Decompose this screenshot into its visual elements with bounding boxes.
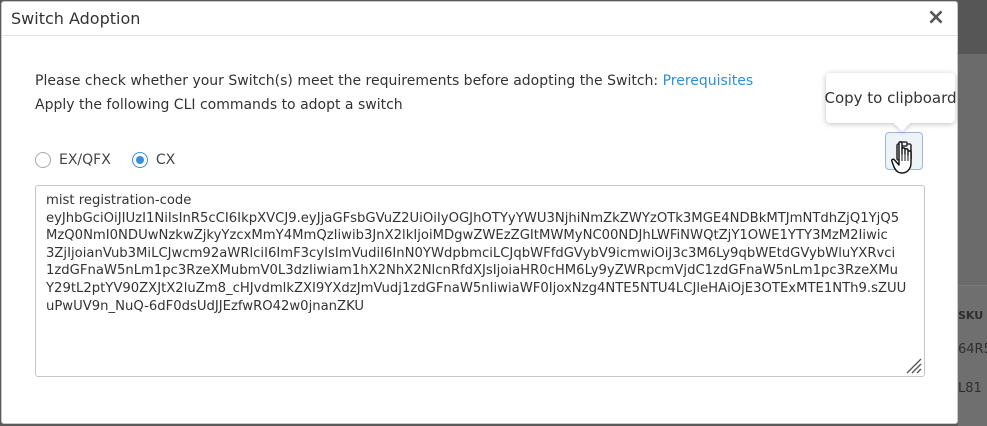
- copy-tooltip: Copy to clipboard: [824, 73, 957, 123]
- code-line: MzQ0NmI0NDUwNzkwZjkyYzcxMmY4MmQzIiwib3Jn…: [46, 228, 888, 244]
- modal-header: Switch Adoption ×: [2, 2, 957, 36]
- modal-title: Switch Adoption: [11, 9, 141, 28]
- background-page: SKU 64R5 L81: [958, 0, 987, 426]
- clipboard-icon: [896, 141, 912, 161]
- radio-button-ex-qfx[interactable]: [35, 152, 51, 168]
- background-column-header: SKU: [958, 309, 984, 322]
- cli-commands-textarea[interactable]: mist registration-code eyJhbGciOiJIUzI1N…: [35, 185, 925, 377]
- switch-type-radio-group: EX/QFX CX: [35, 152, 196, 168]
- requirements-label: Please check whether your Switch(s) meet…: [35, 73, 663, 89]
- code-line: uPwUV9n_NuQ-6dF0dsUdJJEzfwRO42w0jnanZKU: [46, 298, 365, 314]
- code-line: mist registration-code: [46, 193, 192, 208]
- radio-label-ex-qfx: EX/QFX: [59, 152, 111, 168]
- radio-label-cx: CX: [155, 152, 176, 168]
- radio-ex-qfx[interactable]: EX/QFX: [35, 152, 111, 168]
- radio-cx[interactable]: CX: [131, 152, 176, 168]
- requirements-text: Please check whether your Switch(s) meet…: [35, 73, 753, 89]
- code-line: 1zdGFnaW5nLm1pc3RzeXMubmV0L3dzIiwiam1hX2…: [46, 263, 898, 279]
- resize-handle-icon[interactable]: [904, 356, 922, 374]
- background-row-value: L81: [958, 381, 982, 396]
- code-line: 3ZjIjoianVub3MiLCJwcm92aWRlciI6ImF3cyIsI…: [46, 245, 896, 261]
- radio-button-cx[interactable]: [131, 152, 148, 168]
- code-line: eyJhbGciOiJIUzI1NiIsInR5cCI6IkpXVCJ9.eyJ…: [46, 210, 900, 226]
- copy-to-clipboard-button[interactable]: [885, 132, 923, 170]
- prerequisites-link[interactable]: Prerequisites: [663, 73, 754, 89]
- background-header-band: [958, 0, 987, 54]
- close-icon[interactable]: ×: [925, 6, 947, 30]
- cli-instructions: Apply the following CLI commands to adop…: [35, 97, 403, 113]
- background-row-value: 64R5: [958, 342, 987, 357]
- code-line: Y29tL2ptYV90ZXJtX2luZm8_cHJvdmlkZXI9YXdz…: [46, 280, 907, 296]
- switch-adoption-modal: Switch Adoption × Please check whether y…: [1, 1, 958, 424]
